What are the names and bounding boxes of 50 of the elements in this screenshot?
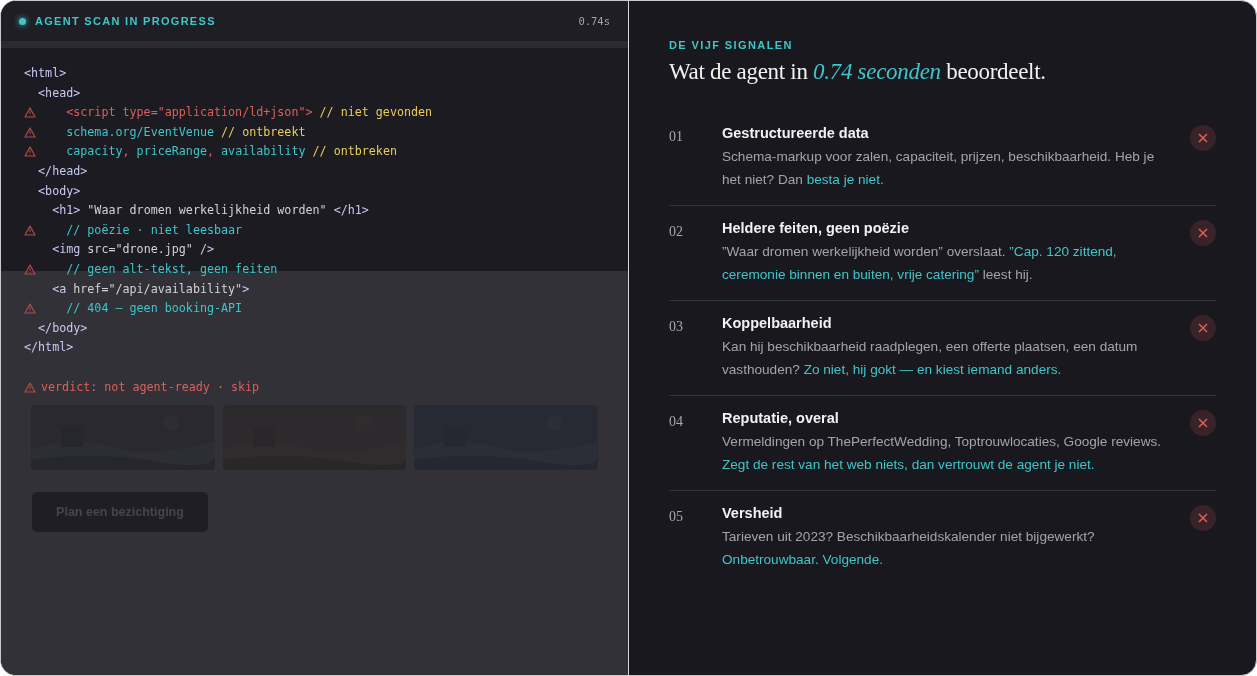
code-text: capacity	[66, 143, 123, 161]
code-text: // 404 — geen booking-API	[66, 300, 243, 318]
code-text: ,	[122, 143, 130, 161]
code-text: <h1>	[52, 202, 81, 220]
signal-description: Kan hij beschikbaarheid raadplegen, een offerte plaatsen, een datum vasthouden? Zo niet, hij gokt — en kiest iemand anders.	[722, 338, 1139, 379]
signal-description: Tarieven uit 2023? Beschikbaarheidskalender niet bijgewerkt? Onbetrouwbaar. Volgende.	[722, 528, 1096, 569]
code-text: // ontbreekt	[220, 123, 306, 141]
signal-title: Koppelbaarheid	[722, 315, 833, 331]
code-text: </html>	[24, 339, 74, 357]
signal-number: 01	[669, 128, 684, 146]
section-eyebrow: DE VIJF SIGNALEN	[669, 39, 794, 51]
code-text: </body>	[38, 319, 88, 337]
code-text: // poëzie · niet leesbaar	[66, 221, 243, 239]
verdict-text: verdict: not agent-ready · skip	[41, 378, 260, 396]
signal-description: ”Waar dromen werkelijkheid worden” overslaat. ”Cap. 120 zittend, ceremonie binnen en buiten, vrije catering” leest hij.	[722, 243, 1118, 284]
code-text: ,	[206, 143, 214, 161]
signal-title: Heldere feiten, geen poëzie	[722, 220, 910, 236]
code-text: schema.org/EventVenue	[66, 123, 214, 141]
scan-time: 0.74s	[578, 15, 610, 27]
code-text: // geen alt-tekst, geen feiten	[66, 260, 278, 278]
code-text: <head>	[38, 84, 81, 102]
code-text: src="drone.jpg"	[86, 241, 194, 259]
signal-description: Vermeldingen op ThePerfectWedding, Toptrouwlocaties, Google reviews. Zegt de rest van het web niets, dan vertrouwt de agent je niet.	[722, 433, 1162, 474]
code-text: priceRange	[135, 143, 207, 161]
code-text: <img	[52, 241, 81, 259]
signal-description: Schema-markup voor zalen, capaciteit, prijzen, beschikbaarheid. Heb je het niet? Dan besta je niet.	[722, 148, 1156, 189]
code-text: </h1>	[333, 202, 369, 220]
code-text: <script type="application/ld+json">	[66, 104, 313, 122]
code-text: >	[242, 280, 250, 298]
signal-title: Versheid	[722, 505, 784, 521]
code-text: availability	[220, 143, 306, 161]
signal-title: Reputatie, overal	[722, 410, 840, 426]
section-title: Wat de agent in 0.74 seconden beoordeelt.	[669, 59, 1047, 85]
signal-title: Gestructureerde data	[722, 125, 870, 141]
signal-number: 02	[669, 223, 684, 241]
code-text: href="/api/availability"	[72, 280, 243, 298]
code-text: // niet gevonden	[318, 104, 433, 122]
signal-number: 04	[669, 413, 684, 431]
scan-status: AGENT SCAN IN PROGRESS	[35, 15, 217, 27]
code-text: <body>	[38, 182, 81, 200]
code-text: "Waar dromen werkelijkheid worden"	[86, 202, 328, 220]
code-text: </head>	[38, 162, 88, 180]
code-text: />	[199, 241, 214, 259]
status-dot	[19, 17, 26, 25]
signal-number: 05	[669, 508, 684, 526]
code-text: // ontbreken	[311, 143, 397, 161]
code-text: <a	[52, 280, 67, 298]
warning-icon	[24, 381, 36, 393]
signal-number: 03	[669, 318, 684, 336]
code-text: <html>	[24, 65, 67, 82]
